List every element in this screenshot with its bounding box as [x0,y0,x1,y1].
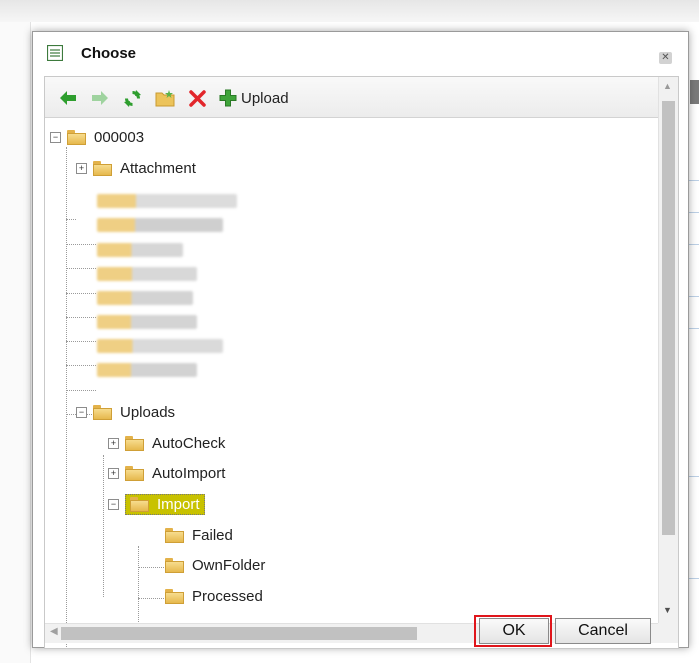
background-divider [688,244,699,245]
tree-node-label: Import [157,495,200,513]
scrollbar-corner [658,623,678,643]
redacted-tree-node [97,339,223,353]
background-header [0,0,699,22]
tree-connector [138,567,164,568]
background-right-header [690,80,699,104]
folder-icon [125,465,144,481]
folder-icon [125,435,144,451]
window-icon [46,44,64,62]
tree-connector [138,598,164,599]
tree-node-failed[interactable]: Failed [165,524,233,546]
expand-icon[interactable]: + [108,437,119,449]
tree-node-label: 000003 [94,128,145,146]
scroll-up-icon[interactable]: ▲ [663,81,672,91]
forward-arrow-icon[interactable] [91,87,109,109]
refresh-icon[interactable] [123,87,142,109]
tree-node-label: AutoCheck [152,434,226,452]
delete-icon[interactable] [189,87,206,109]
plus-icon [219,89,237,107]
vertical-scrollbar[interactable]: ▲ ▼ [658,77,678,623]
redacted-tree-node [97,243,183,257]
tree-connector [66,390,96,391]
tree-node-label: OwnFolder [192,556,266,574]
folder-icon [93,404,112,420]
tree-connector [66,268,96,269]
tree-connector [66,317,96,318]
folder-icon [165,588,184,604]
background-divider [688,180,699,181]
scroll-down-icon[interactable]: ▼ [663,605,672,615]
choose-dialog: Choose ✕ Upload − 000003 + Attachment − … [32,31,689,649]
background-divider [688,328,699,329]
tree-node-label: AutoImport [152,464,226,482]
tree-node-label: Processed [192,587,263,605]
expand-icon[interactable]: + [108,467,119,479]
tree-connector [66,147,67,647]
background-divider [688,476,699,477]
tree-connector [103,455,104,597]
tree-node-label: Attachment [120,159,196,177]
tree-node-attachment[interactable]: + Attachment [76,157,196,179]
folder-icon [165,557,184,573]
tree-connector [66,341,96,342]
selected-node-highlight: Import [125,493,205,515]
cancel-button[interactable]: Cancel [555,618,651,644]
background-left-column [0,22,31,663]
redacted-tree-node [97,315,197,329]
upload-label: Upload [241,89,289,107]
collapse-icon[interactable]: − [50,131,61,143]
tree-node-label: Uploads [120,403,176,421]
collapse-icon[interactable]: − [108,498,119,510]
redacted-tree-node [97,194,237,208]
tree-connector [66,293,96,294]
tree-node-ownfolder[interactable]: OwnFolder [165,554,265,576]
tree-connector [66,365,96,366]
redacted-tree-node [97,218,223,232]
close-icon[interactable]: ✕ [659,52,672,64]
tree-node-import[interactable]: − Import [108,493,205,515]
folder-icon [67,129,86,145]
tree-connector [138,546,139,628]
upload-button[interactable]: Upload [219,87,289,109]
new-folder-icon[interactable] [155,87,175,109]
background-divider [688,212,699,213]
folder-icon [165,527,184,543]
back-arrow-icon[interactable] [59,87,77,109]
dialog-title: Choose [81,45,137,62]
tree-connector [66,244,96,245]
redacted-tree-node [97,363,197,377]
redacted-tree-node [97,291,193,305]
scroll-left-icon[interactable]: ◀ [50,626,58,637]
tree-node-label: Failed [192,526,233,544]
background-divider [688,578,699,579]
background-divider [688,296,699,297]
folder-icon [130,496,149,512]
horizontal-scroll-thumb[interactable] [61,627,417,640]
toolbar: Upload [45,77,658,118]
tree-node-processed[interactable]: Processed [165,585,263,607]
tree-node-uploads[interactable]: − Uploads [76,401,175,423]
expand-icon[interactable]: + [76,162,87,174]
tree-node-autocheck[interactable]: + AutoCheck [108,432,225,454]
folder-icon [93,160,112,176]
tree-node-autoimport[interactable]: + AutoImport [108,462,225,484]
dialog-titlebar[interactable]: Choose ✕ [33,32,688,72]
tree-connector [66,219,76,220]
dialog-content: Upload − 000003 + Attachment − Uploads +… [44,76,679,649]
collapse-icon[interactable]: − [76,406,87,418]
vertical-scroll-thumb[interactable] [662,101,675,535]
ok-button[interactable]: OK [479,618,549,644]
redacted-tree-node [97,267,197,281]
tree-node-000003[interactable]: − 000003 [50,126,144,148]
